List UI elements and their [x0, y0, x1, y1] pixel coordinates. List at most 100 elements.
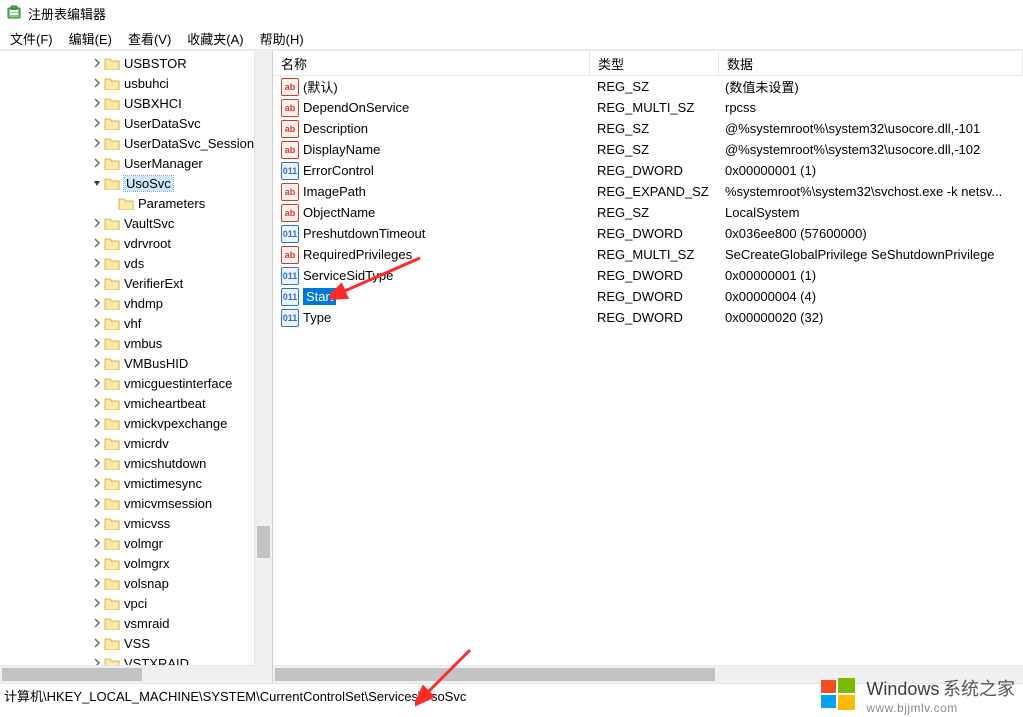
value-row[interactable]: 011TypeREG_DWORD0x00000020 (32) — [273, 307, 1023, 328]
menu-file[interactable]: 文件(F) — [4, 27, 59, 50]
expander-icon[interactable] — [90, 578, 104, 588]
scrollbar-thumb[interactable] — [2, 668, 142, 681]
tree-item-label: UserDataSvc — [124, 116, 201, 131]
tree-item[interactable]: UserManager — [0, 153, 272, 173]
folder-icon — [104, 456, 120, 470]
menu-edit[interactable]: 编辑(E) — [63, 27, 118, 50]
expander-icon[interactable] — [90, 338, 104, 348]
tree-item[interactable]: UserDataSvc_Session — [0, 133, 272, 153]
expander-icon[interactable] — [90, 618, 104, 628]
expander-icon[interactable] — [90, 178, 104, 188]
tree-item-label: vpci — [124, 596, 147, 611]
value-row[interactable]: abDisplayNameREG_SZ@%systemroot%\system3… — [273, 139, 1023, 160]
tree-item[interactable]: volmgrx — [0, 553, 272, 573]
folder-icon — [104, 536, 120, 550]
expander-icon[interactable] — [90, 238, 104, 248]
tree-vertical-scrollbar[interactable] — [254, 51, 272, 666]
scrollbar-thumb[interactable] — [257, 526, 270, 558]
value-type: REG_EXPAND_SZ — [589, 184, 717, 199]
tree-item[interactable]: vmictimesync — [0, 473, 272, 493]
registry-tree[interactable]: USBSTORusbuhciUSBXHCI UserDataSvc UserData… — [0, 51, 272, 673]
values-list[interactable]: ab(默认)REG_SZ(数值未设置)abDependOnServiceREG_… — [273, 76, 1023, 328]
value-row[interactable]: 011PreshutdownTimeoutREG_DWORD0x036ee800… — [273, 223, 1023, 244]
expander-icon[interactable] — [90, 438, 104, 448]
value-type: REG_SZ — [589, 142, 717, 157]
value-row[interactable]: abDescriptionREG_SZ@%systemroot%\system3… — [273, 118, 1023, 139]
expander-icon[interactable] — [90, 378, 104, 388]
expander-icon[interactable] — [90, 258, 104, 268]
expander-icon[interactable] — [90, 518, 104, 528]
menu-view[interactable]: 查看(V) — [122, 27, 177, 50]
tree-item[interactable]: vmicvmsession — [0, 493, 272, 513]
tree-item[interactable]: vdrvroot — [0, 233, 272, 253]
tree-item[interactable]: volmgr — [0, 533, 272, 553]
expander-icon[interactable] — [90, 498, 104, 508]
tree-item[interactable]: VSS — [0, 633, 272, 653]
expander-icon[interactable] — [90, 418, 104, 428]
folder-icon — [104, 576, 120, 590]
tree-item[interactable]: UserDataSvc — [0, 113, 272, 133]
column-header-type[interactable]: 类型 — [590, 51, 719, 75]
tree-item[interactable]: vmicshutdown — [0, 453, 272, 473]
folder-icon — [104, 596, 120, 610]
value-row[interactable]: abDependOnServiceREG_MULTI_SZrpcss — [273, 97, 1023, 118]
expander-icon[interactable] — [90, 598, 104, 608]
value-row[interactable]: abRequiredPrivilegesREG_MULTI_SZSeCreate… — [273, 244, 1023, 265]
tree-item[interactable]: vpci — [0, 593, 272, 613]
value-row[interactable]: abObjectNameREG_SZLocalSystem — [273, 202, 1023, 223]
expander-icon[interactable] — [90, 358, 104, 368]
value-row[interactable]: 011ServiceSidTypeREG_DWORD0x00000001 (1) — [273, 265, 1023, 286]
tree-item[interactable]: USBXHCI — [0, 93, 272, 113]
value-row[interactable]: 011ErrorControlREG_DWORD0x00000001 (1) — [273, 160, 1023, 181]
value-row[interactable]: abImagePathREG_EXPAND_SZ%systemroot%\sys… — [273, 181, 1023, 202]
tree-item[interactable]: VMBusHID — [0, 353, 272, 373]
tree-item[interactable]: vmicguestinterface — [0, 373, 272, 393]
expander-icon[interactable] — [90, 118, 104, 128]
tree-item[interactable]: usbuhci — [0, 73, 272, 93]
tree-item[interactable]: vsmraid — [0, 613, 272, 633]
expander-icon[interactable] — [90, 58, 104, 68]
tree-item-label: vhf — [124, 316, 141, 331]
values-header: 名称 类型 数据 — [273, 51, 1023, 76]
tree-item[interactable]: vhf — [0, 313, 272, 333]
tree-item[interactable]: UsoSvc — [0, 173, 272, 193]
tree-item[interactable]: Parameters — [0, 193, 272, 213]
column-header-data[interactable]: 数据 — [719, 51, 1023, 75]
expander-icon[interactable] — [90, 478, 104, 488]
tree-item[interactable]: vds — [0, 253, 272, 273]
folder-icon — [118, 196, 134, 210]
tree-item[interactable]: VerifierExt — [0, 273, 272, 293]
tree-item[interactable]: vmicvss — [0, 513, 272, 533]
tree-item[interactable]: vhdmp — [0, 293, 272, 313]
expander-icon[interactable] — [90, 318, 104, 328]
expander-icon[interactable] — [90, 218, 104, 228]
expander-icon[interactable] — [90, 298, 104, 308]
tree-item[interactable]: vmicrdv — [0, 433, 272, 453]
value-row[interactable]: 011StartREG_DWORD0x00000004 (4) — [273, 286, 1023, 307]
expander-icon[interactable] — [90, 398, 104, 408]
value-row[interactable]: ab(默认)REG_SZ(数值未设置) — [273, 76, 1023, 97]
expander-icon[interactable] — [90, 138, 104, 148]
menu-favorites[interactable]: 收藏夹(A) — [181, 27, 249, 50]
expander-icon[interactable] — [90, 278, 104, 288]
expander-icon[interactable] — [90, 558, 104, 568]
folder-icon — [104, 436, 120, 450]
expander-icon[interactable] — [90, 78, 104, 88]
tree-item[interactable]: vmbus — [0, 333, 272, 353]
tree-horizontal-scrollbar[interactable] — [0, 665, 255, 683]
scrollbar-thumb[interactable] — [275, 668, 715, 681]
tree-item[interactable]: USBSTOR — [0, 53, 272, 73]
expander-icon[interactable] — [90, 538, 104, 548]
value-name: DependOnService — [303, 100, 409, 115]
expander-icon[interactable] — [90, 98, 104, 108]
expander-icon[interactable] — [90, 458, 104, 468]
column-header-name[interactable]: 名称 — [273, 51, 590, 75]
expander-icon[interactable] — [90, 638, 104, 648]
expander-icon[interactable] — [90, 158, 104, 168]
tree-item[interactable]: VaultSvc — [0, 213, 272, 233]
tree-item[interactable]: vmicheartbeat — [0, 393, 272, 413]
value-type: REG_DWORD — [589, 226, 717, 241]
tree-item[interactable]: vmickvpexchange — [0, 413, 272, 433]
tree-item[interactable]: volsnap — [0, 573, 272, 593]
menu-help[interactable]: 帮助(H) — [254, 27, 310, 50]
